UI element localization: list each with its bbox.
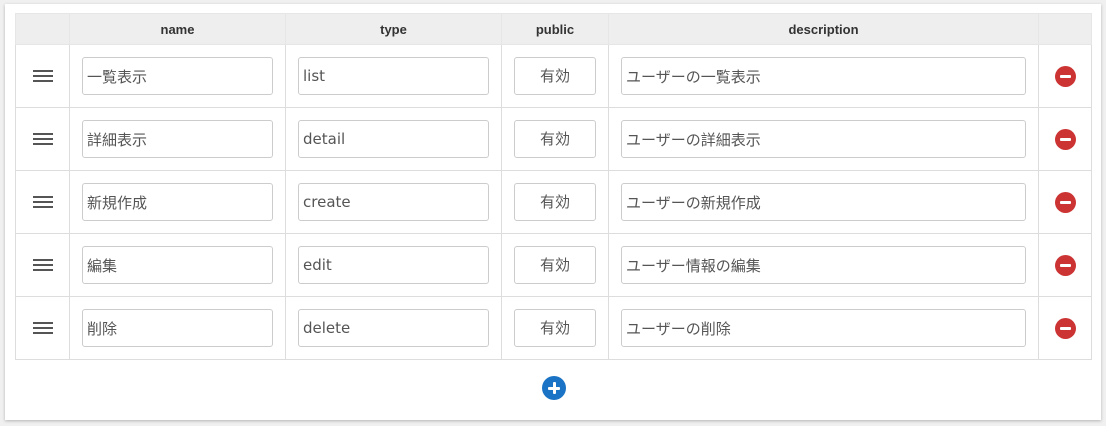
drag-handle-icon[interactable]	[32, 321, 53, 334]
drag-handle-icon[interactable]	[32, 258, 53, 271]
description-cell	[608, 170, 1039, 234]
description-input[interactable]	[621, 120, 1026, 158]
type-input[interactable]	[298, 246, 489, 284]
table-row: 有効	[15, 170, 1092, 234]
drag-cell	[15, 296, 70, 360]
name-cell	[69, 233, 286, 297]
description-input[interactable]	[621, 183, 1026, 221]
public-cell: 有効	[501, 44, 609, 108]
description-cell	[608, 107, 1039, 171]
table-row: 有効	[15, 44, 1092, 108]
public-cell: 有効	[501, 233, 609, 297]
public-cell: 有効	[501, 170, 609, 234]
minus-circle-icon[interactable]	[1054, 317, 1076, 339]
public-toggle[interactable]: 有効	[514, 246, 596, 284]
type-cell	[285, 296, 502, 360]
action-cell	[1038, 296, 1092, 360]
action-cell	[1038, 233, 1092, 297]
actions-table: name type public description 有効	[15, 13, 1092, 360]
public-toggle[interactable]: 有効	[514, 57, 596, 95]
description-input[interactable]	[621, 246, 1026, 284]
type-cell	[285, 44, 502, 108]
name-input[interactable]	[82, 57, 273, 95]
name-input[interactable]	[82, 183, 273, 221]
minus-circle-icon[interactable]	[1054, 254, 1076, 276]
minus-circle-icon[interactable]	[1054, 128, 1076, 150]
name-input[interactable]	[82, 246, 273, 284]
description-cell	[608, 296, 1039, 360]
header-public: public	[501, 13, 609, 45]
header-actions	[1038, 13, 1092, 45]
type-cell	[285, 233, 502, 297]
description-input[interactable]	[621, 309, 1026, 347]
public-toggle[interactable]: 有効	[514, 309, 596, 347]
table-header-row: name type public description	[15, 13, 1092, 45]
public-toggle[interactable]: 有効	[514, 183, 596, 221]
public-cell: 有効	[501, 296, 609, 360]
action-cell	[1038, 44, 1092, 108]
header-name: name	[69, 13, 286, 45]
type-cell	[285, 170, 502, 234]
actions-editor-panel: name type public description 有効	[5, 4, 1101, 420]
description-cell	[608, 233, 1039, 297]
action-cell	[1038, 170, 1092, 234]
name-cell	[69, 170, 286, 234]
type-input[interactable]	[298, 120, 489, 158]
table-row: 有効	[15, 107, 1092, 171]
drag-cell	[15, 107, 70, 171]
name-cell	[69, 107, 286, 171]
header-type: type	[285, 13, 502, 45]
table-row: 有効	[15, 296, 1092, 360]
drag-cell	[15, 233, 70, 297]
header-description: description	[608, 13, 1039, 45]
minus-circle-icon[interactable]	[1054, 191, 1076, 213]
drag-cell	[15, 170, 70, 234]
action-cell	[1038, 107, 1092, 171]
description-input[interactable]	[621, 57, 1026, 95]
type-cell	[285, 107, 502, 171]
type-input[interactable]	[298, 309, 489, 347]
drag-handle-icon[interactable]	[32, 195, 53, 208]
public-cell: 有効	[501, 107, 609, 171]
drag-cell	[15, 44, 70, 108]
type-input[interactable]	[298, 183, 489, 221]
plus-circle-icon[interactable]	[542, 376, 566, 400]
type-input[interactable]	[298, 57, 489, 95]
name-input[interactable]	[82, 120, 273, 158]
minus-circle-icon[interactable]	[1054, 65, 1076, 87]
drag-handle-icon[interactable]	[32, 132, 53, 145]
description-cell	[608, 44, 1039, 108]
public-toggle[interactable]: 有効	[514, 120, 596, 158]
drag-handle-icon[interactable]	[32, 69, 53, 82]
name-cell	[69, 296, 286, 360]
header-handle	[15, 13, 70, 45]
name-input[interactable]	[82, 309, 273, 347]
table-row: 有効	[15, 233, 1092, 297]
name-cell	[69, 44, 286, 108]
